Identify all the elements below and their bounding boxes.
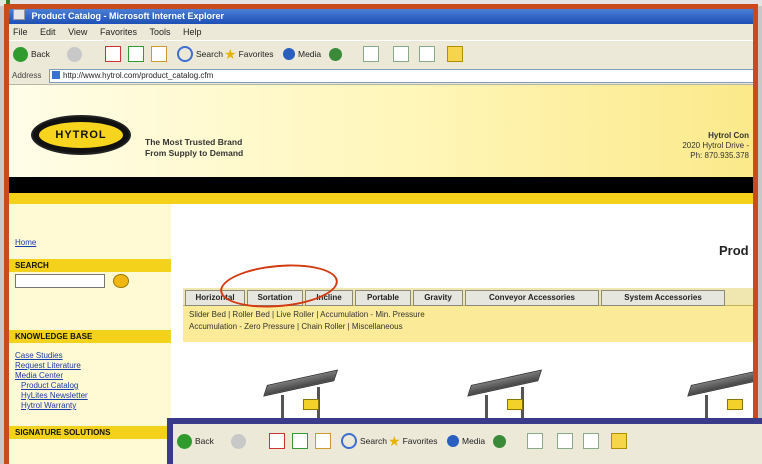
sidebar-home-link[interactable]: Home xyxy=(15,238,36,247)
refresh-icon xyxy=(292,433,308,449)
knowledge-base-heading: KNOWLEDGE BASE xyxy=(9,330,171,343)
mail-icon xyxy=(363,46,379,62)
tab-portable[interactable]: Portable xyxy=(355,290,411,306)
address-field[interactable]: http://www.hytrol.com/product_catalog.cf… xyxy=(49,69,753,83)
menu-help[interactable]: Help xyxy=(183,27,202,37)
sidebar-link-product-catalog[interactable]: Product Catalog xyxy=(21,381,78,390)
overlay-history-button[interactable] xyxy=(493,432,506,450)
forward-icon xyxy=(67,46,82,62)
media-button[interactable]: Media xyxy=(283,45,321,63)
overlay-toolbar: Back Search ★ Favorites Media xyxy=(173,424,762,464)
address-url: http://www.hytrol.com/product_catalog.cf… xyxy=(63,71,214,80)
toolbar: Back Search ★ Favorites Media xyxy=(9,40,753,68)
stop-icon xyxy=(269,433,285,449)
edit-button[interactable] xyxy=(419,45,435,63)
home-icon xyxy=(151,46,167,62)
folder-button[interactable] xyxy=(447,45,463,63)
browser-window: Product Catalog - Microsoft Internet Exp… xyxy=(9,9,753,464)
overlay-favorites-button[interactable]: ★ Favorites xyxy=(388,432,438,450)
folder-icon xyxy=(611,433,627,449)
favorites-button[interactable]: ★ Favorites xyxy=(224,45,274,63)
edit-icon xyxy=(583,433,599,449)
overlay-edit-button[interactable] xyxy=(583,432,599,450)
media-icon xyxy=(447,435,459,447)
search-icon xyxy=(177,46,193,62)
history-button[interactable] xyxy=(329,45,342,63)
menu-view[interactable]: View xyxy=(68,27,87,37)
print-icon xyxy=(557,433,573,449)
overlay-forward-button[interactable] xyxy=(231,432,246,450)
favorites-icon: ★ xyxy=(224,45,237,62)
mail-icon xyxy=(527,433,543,449)
mail-button[interactable] xyxy=(363,45,379,63)
print-icon xyxy=(393,46,409,62)
history-icon xyxy=(493,434,506,448)
sidebar: Home SEARCH KNOWLEDGE BASE Case Studies … xyxy=(9,204,171,464)
title-bar: Product Catalog - Microsoft Internet Exp… xyxy=(9,9,753,24)
menu-edit[interactable]: Edit xyxy=(40,27,56,37)
header-black-bar xyxy=(9,177,753,193)
subcategory-nav: Slider Bed | Roller Bed | Live Roller | … xyxy=(183,306,753,342)
tagline: The Most Trusted Brand From Supply to De… xyxy=(145,137,244,158)
refresh-button[interactable] xyxy=(128,45,144,63)
subcategory-line-1[interactable]: Slider Bed | Roller Bed | Live Roller | … xyxy=(189,310,425,319)
forward-icon xyxy=(231,433,246,449)
ie-icon xyxy=(13,9,25,20)
menu-tools[interactable]: Tools xyxy=(149,27,170,37)
home-button[interactable] xyxy=(151,45,167,63)
signature-solutions-heading: SIGNATURE SOLUTIONS xyxy=(9,426,171,439)
stop-icon xyxy=(105,46,121,62)
site-header: HYTROL The Most Trusted Brand From Suppl… xyxy=(9,85,753,177)
tab-system-accessories[interactable]: System Accessories xyxy=(601,290,725,306)
overlay-window-frame: Back Search ★ Favorites Media xyxy=(167,418,762,464)
menu-bar: File Edit View Favorites Tools Help xyxy=(9,24,753,40)
sidebar-link-request-literature[interactable]: Request Literature xyxy=(15,361,81,370)
overlay-search-button[interactable]: Search xyxy=(341,432,387,450)
print-button[interactable] xyxy=(393,45,409,63)
search-icon xyxy=(341,433,357,449)
header-yellow-bar xyxy=(9,193,753,204)
media-icon xyxy=(283,48,295,60)
go-button-icon[interactable] xyxy=(113,274,129,288)
stop-button[interactable] xyxy=(105,45,121,63)
overlay-refresh-button[interactable] xyxy=(292,432,308,450)
contact-info: Hytrol Con 2020 Hytrol Drive - Ph: 870.9… xyxy=(682,131,749,160)
sidebar-link-warranty[interactable]: Hytrol Warranty xyxy=(21,401,76,410)
tab-gravity[interactable]: Gravity xyxy=(413,290,463,306)
overlay-print-button[interactable] xyxy=(557,432,573,450)
page-icon xyxy=(52,71,60,79)
refresh-icon xyxy=(128,46,144,62)
subcategory-line-2[interactable]: Accumulation - Zero Pressure | Chain Rol… xyxy=(189,322,403,331)
sidebar-link-media-center[interactable]: Media Center xyxy=(15,371,63,380)
history-icon xyxy=(329,47,342,61)
forward-button[interactable] xyxy=(67,45,82,63)
tab-conveyor-accessories[interactable]: Conveyor Accessories xyxy=(465,290,599,306)
address-label: Address xyxy=(12,71,42,80)
address-bar: Address http://www.hytrol.com/product_ca… xyxy=(9,67,753,85)
overlay-home-button[interactable] xyxy=(315,432,331,450)
back-button[interactable]: Back xyxy=(13,45,50,63)
edit-icon xyxy=(419,46,435,62)
back-icon xyxy=(177,433,192,449)
window-title: Product Catalog - Microsoft Internet Exp… xyxy=(31,11,225,21)
favorites-icon: ★ xyxy=(388,432,401,449)
menu-favorites[interactable]: Favorites xyxy=(100,27,137,37)
search-input[interactable] xyxy=(15,274,105,288)
sidebar-link-newsletter[interactable]: HyLites Newsletter xyxy=(21,391,88,400)
menu-file[interactable]: File xyxy=(13,27,28,37)
overlay-media-button[interactable]: Media xyxy=(447,432,485,450)
page-title: Prod xyxy=(719,243,749,258)
back-icon xyxy=(13,46,28,62)
sidebar-link-case-studies[interactable]: Case Studies xyxy=(15,351,63,360)
overlay-back-button[interactable]: Back xyxy=(177,432,214,450)
folder-icon xyxy=(447,46,463,62)
overlay-folder-button[interactable] xyxy=(611,432,627,450)
home-icon xyxy=(315,433,331,449)
overlay-stop-button[interactable] xyxy=(269,432,285,450)
overlay-mail-button[interactable] xyxy=(527,432,543,450)
hytrol-logo[interactable]: HYTROL xyxy=(31,115,131,155)
search-heading: SEARCH xyxy=(9,259,171,272)
page-content: HYTROL The Most Trusted Brand From Suppl… xyxy=(9,85,753,464)
search-button[interactable]: Search xyxy=(177,45,223,63)
